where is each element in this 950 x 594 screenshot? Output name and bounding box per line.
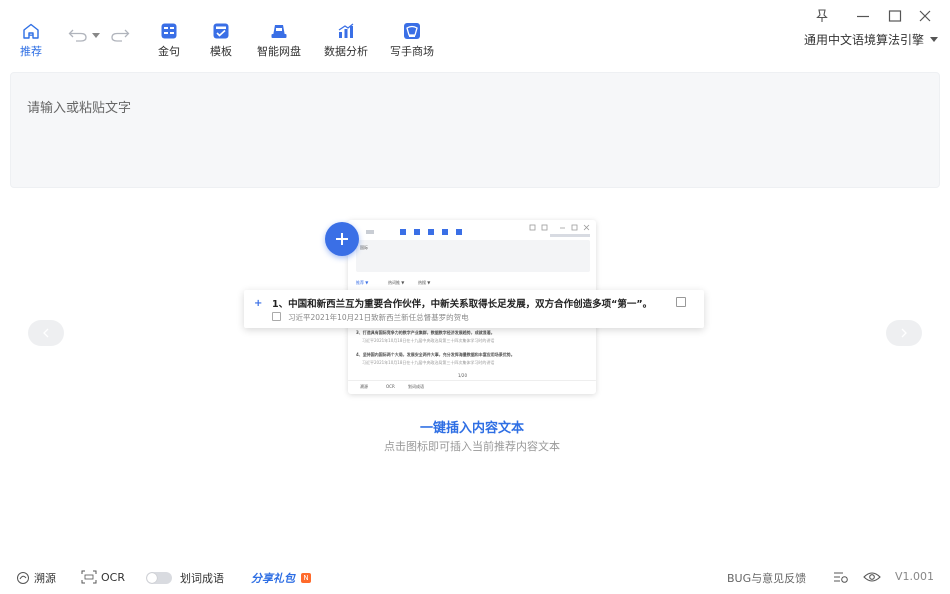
document-icon	[272, 312, 281, 321]
cloud-disk-label: 智能网盘	[257, 45, 301, 58]
preview-input: 国际	[356, 240, 590, 272]
close-icon	[919, 10, 931, 22]
preview-tab-hotsearch: 热搜 ▼	[418, 280, 431, 285]
plus-icon	[336, 233, 348, 245]
maximize-button[interactable]	[887, 8, 903, 24]
cloud-disk-button[interactable]: 智能网盘	[257, 22, 301, 59]
preview-toolbar-icons	[366, 229, 462, 235]
home-button[interactable]: 推荐	[20, 22, 42, 59]
preview-foot-trace: 溯源	[360, 384, 368, 389]
version-text: V1.001	[895, 570, 935, 583]
carousel-prev-button[interactable]	[28, 320, 64, 346]
home-label: 推荐	[20, 45, 42, 58]
preview-foot-ocr: OCR	[386, 384, 395, 389]
window-controls	[814, 8, 830, 24]
feedback-link[interactable]: BUG与意见反馈	[727, 570, 806, 586]
eye-icon	[863, 572, 881, 582]
undo-icon[interactable]	[68, 28, 88, 42]
golden-sentence-label: 金句	[158, 45, 180, 58]
preview-item-3-source: 习近平2021年10月18日在十九届中央政治局第三十四次集体学习时的讲话	[362, 338, 495, 343]
preview-item-3: 3、打造具有国际竞争力的数字产业集群，数据数字经济发展趋势，成就显著。	[356, 330, 495, 335]
preview-tab-recommend: 推荐 ▼	[356, 280, 369, 285]
text-input-area	[10, 72, 940, 188]
trace-icon	[17, 572, 29, 584]
eye-button[interactable]	[863, 570, 881, 584]
template-button[interactable]: 模板	[210, 22, 232, 59]
gift-label: 分享礼包	[251, 572, 295, 585]
engine-label: 通用中文语境算法引擎	[803, 33, 924, 47]
mall-label: 写手商场	[390, 45, 434, 58]
preview-item-4: 4、坚持国内国际两个大局，发展安全两件大事，充分发挥海量数据和丰富应用场景优势。	[356, 352, 515, 357]
phrase-toggle[interactable]: 划词成语	[146, 570, 224, 586]
settings-list-button[interactable]	[833, 570, 849, 584]
phrase-label: 划词成语	[180, 572, 224, 585]
chevron-left-icon	[43, 328, 49, 338]
redo-icon[interactable]	[110, 28, 130, 42]
preview-highlight-title: 1、中国和新西兰互为重要合作伙伴，中新关系取得长足发展，双方合作创造多项“第一”…	[272, 299, 653, 310]
data-analysis-label: 数据分析	[324, 45, 368, 58]
preview-window-icons	[529, 224, 590, 237]
template-icon	[213, 23, 229, 39]
chart-icon	[338, 23, 354, 38]
phrase-toggle-switch[interactable]	[146, 572, 172, 584]
preview-foot-phrase: 划词成语	[408, 384, 424, 389]
status-bar: 溯源 OCR 划词成语 分享礼包 N BUG与意见反馈 V1.001	[0, 566, 950, 590]
minimize-button[interactable]	[855, 8, 871, 24]
golden-sentence-icon	[161, 23, 177, 39]
ocr-icon	[81, 570, 97, 584]
ocr-label: OCR	[101, 570, 125, 584]
mall-icon	[404, 23, 420, 39]
pin-icon[interactable]	[814, 8, 830, 24]
chevron-right-icon	[901, 328, 907, 338]
copy-icon	[676, 297, 686, 307]
preview-tab-hotwords: 热词推 ▼	[388, 280, 405, 285]
toolbar: 推荐 金句 模板 智能网盘 数据分析 写手商场 通用中文语境算法引擎	[0, 0, 950, 70]
ocr-button[interactable]: OCR	[81, 570, 125, 584]
history-controls	[68, 28, 130, 42]
data-analysis-button[interactable]: 数据分析	[324, 22, 368, 59]
carousel-next-button[interactable]	[886, 320, 922, 346]
home-icon	[23, 23, 39, 39]
preview-highlight-source: 习近平2021年10月21日致新西兰新任总督基罗的贺电	[288, 313, 469, 322]
version-label: V1.001	[895, 570, 934, 583]
chevron-down-icon	[930, 37, 938, 42]
cloud-disk-icon	[271, 25, 287, 38]
list-settings-icon	[834, 572, 848, 583]
feedback-label: BUG与意见反馈	[727, 572, 807, 585]
undo-dropdown-icon[interactable]	[92, 32, 100, 38]
close-button[interactable]	[917, 8, 933, 24]
preview-pager: 1/20	[458, 373, 467, 378]
share-gift-link[interactable]: 分享礼包 N	[251, 570, 311, 586]
preview-highlight-card: + 1、中国和新西兰互为重要合作伙伴，中新关系取得长足发展，双方合作创造多项“第…	[244, 290, 704, 328]
preview-divider	[348, 380, 596, 381]
template-label: 模板	[210, 45, 232, 58]
promo-subtitle: 点击图标即可插入当前推荐内容文本	[384, 440, 560, 453]
promo-title: 一键插入内容文本	[419, 421, 524, 436]
engine-selector[interactable]: 通用中文语境算法引擎	[804, 31, 938, 48]
maximize-icon	[888, 10, 902, 22]
text-input[interactable]	[11, 73, 939, 187]
insert-plus-button	[325, 222, 359, 256]
trace-button[interactable]: 溯源	[16, 570, 56, 586]
preview-item-4-source: 习近平2021年10月18日在十九届中央政治局第三十四次集体学习时的讲话	[362, 360, 495, 365]
trace-label: 溯源	[34, 572, 56, 585]
golden-sentence-button[interactable]: 金句	[158, 22, 180, 59]
minimize-icon	[857, 15, 869, 18]
new-badge: N	[301, 573, 311, 583]
preview-plus-icon: +	[254, 298, 263, 309]
mall-button[interactable]: 写手商场	[390, 22, 434, 59]
preview-input-text: 国际	[360, 245, 368, 250]
